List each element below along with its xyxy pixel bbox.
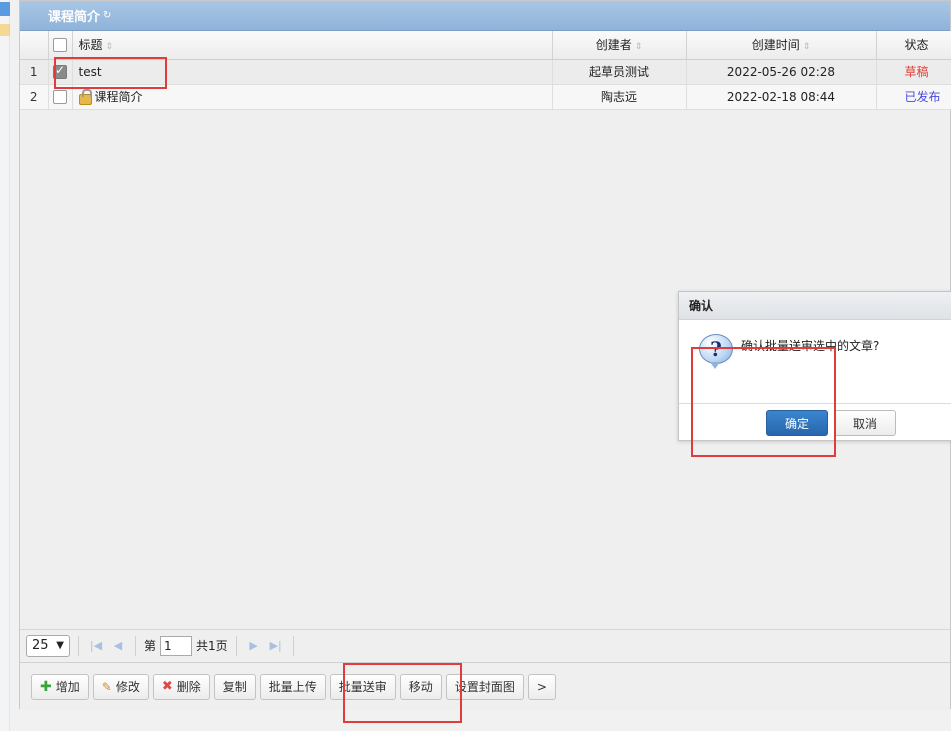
pager-separator [78,635,79,656]
row-select-cell [48,84,73,110]
column-header-created-time[interactable]: 创建时间 ⇕ [686,31,877,60]
row-checkbox[interactable] [53,63,67,79]
dialog-body: ? 确认批量送审选中的文章? [679,320,951,404]
pager-separator [235,635,237,656]
prev-page-icon[interactable]: ◀ [109,636,127,656]
row-select-cell [48,59,73,85]
edit-button[interactable]: ✎ 修改 [92,673,149,700]
first-page-icon[interactable]: |◀ [87,636,105,656]
page-size-select[interactable]: 25 ▼ [26,634,70,657]
move-button[interactable]: 移动 [399,673,442,700]
row-number-header [20,31,49,60]
row-created-time: 2022-02-18 08:44 [686,84,877,110]
sort-icon: ⇕ [634,42,643,53]
grid-header-row: 标题 ⇕ 创建者 ⇕ 创建时间 ⇕ 状态 [20,31,951,60]
row-checkbox[interactable] [53,89,67,104]
total-pages-label: 共1页 [196,639,228,653]
batch-submit-button[interactable]: 批量送审 [329,673,396,700]
question-icon: ? [699,334,733,369]
row-title-cell[interactable]: 课程简介 [72,84,553,110]
row-title: 课程简介 [94,90,143,104]
confirm-ok-button[interactable]: 确定 [766,410,828,436]
page-size-value: 25 [32,638,49,653]
pager-separator [135,635,136,656]
panel-title: 课程简介 [48,10,101,25]
table-row[interactable]: 1 test 起草员测试 2022-05-26 02:28 草稿 [20,59,951,85]
row-creator: 起草员测试 [552,59,687,85]
confirm-dialog: 确认 ? 确认批量送审选中的文章? 确定 取消 [678,291,951,441]
page: 课程简介 ↻ 标题 ⇕ 创建者 ⇕ 创建时间 ⇕ 状态 1 ✓ test 起草员… [0,0,951,731]
refresh-icon[interactable]: ↻ [103,10,111,21]
add-button[interactable]: ✚ 增加 [31,673,89,700]
action-toolbar: ✚ 增加 ✎ 修改 ✖ 删除 复制 批量上传 批量送审 移动 设置封面图 > [20,662,950,710]
nav-marker-icon [0,24,10,36]
pencil-icon: ✎ [101,679,112,694]
pager-separator [292,635,294,656]
row-status: 草稿 [876,59,951,85]
delete-icon: ✖ [161,679,173,694]
panel-header: 课程简介 ↻ [20,1,950,31]
select-all-checkbox[interactable] [53,38,67,52]
copy-button[interactable]: 复制 [213,673,256,700]
plus-icon: ✚ [40,678,52,695]
confirm-cancel-button[interactable]: 取消 [834,410,896,436]
select-all-header [48,31,73,60]
row-status: 已发布 [876,84,951,110]
batch-upload-button[interactable]: 批量上传 [259,673,326,700]
row-number: 2 [20,84,49,110]
column-header-title[interactable]: 标题 ⇕ [72,31,553,60]
last-page-icon[interactable]: ▶| [267,636,285,656]
set-cover-button[interactable]: 设置封面图 [445,673,524,700]
row-number: 1 [20,59,49,85]
dialog-footer: 确定 取消 [679,404,951,440]
page-label-prefix: 第 [144,639,157,653]
column-header-status[interactable]: 状态 [876,31,951,60]
pagination-bar: 25 ▼ |◀ ◀ 第 1 共1页 ▶ ▶| [20,629,950,661]
more-button[interactable]: > [527,673,556,700]
page-number-input[interactable]: 1 [160,635,193,656]
left-nav-strip [0,0,10,731]
sort-icon: ⇕ [802,42,811,53]
delete-button[interactable]: ✖ 删除 [152,673,210,700]
next-page-icon[interactable]: ▶ [245,636,263,656]
row-title[interactable]: test [72,59,553,85]
table-row[interactable]: 2 课程简介 陶志远 2022-02-18 08:44 已发布 [20,84,951,110]
article-grid: 标题⇕ 创建者⇕ 创建时间⇕ 状态 1 test 起草员测试 2022-05-2… [20,31,951,110]
dialog-title: 确认 [679,292,951,320]
row-creator: 陶志远 [552,84,687,110]
row-created-time: 2022-05-26 02:28 [686,59,877,85]
chevron-down-icon: ▼ [56,640,64,651]
column-header-creator[interactable]: 创建者 ⇕ [552,31,687,60]
lock-icon [78,89,92,105]
sort-icon: ⇕ [105,42,114,53]
dialog-message: 确认批量送审选中的文章? [741,339,880,353]
nav-marker-icon [0,2,10,16]
